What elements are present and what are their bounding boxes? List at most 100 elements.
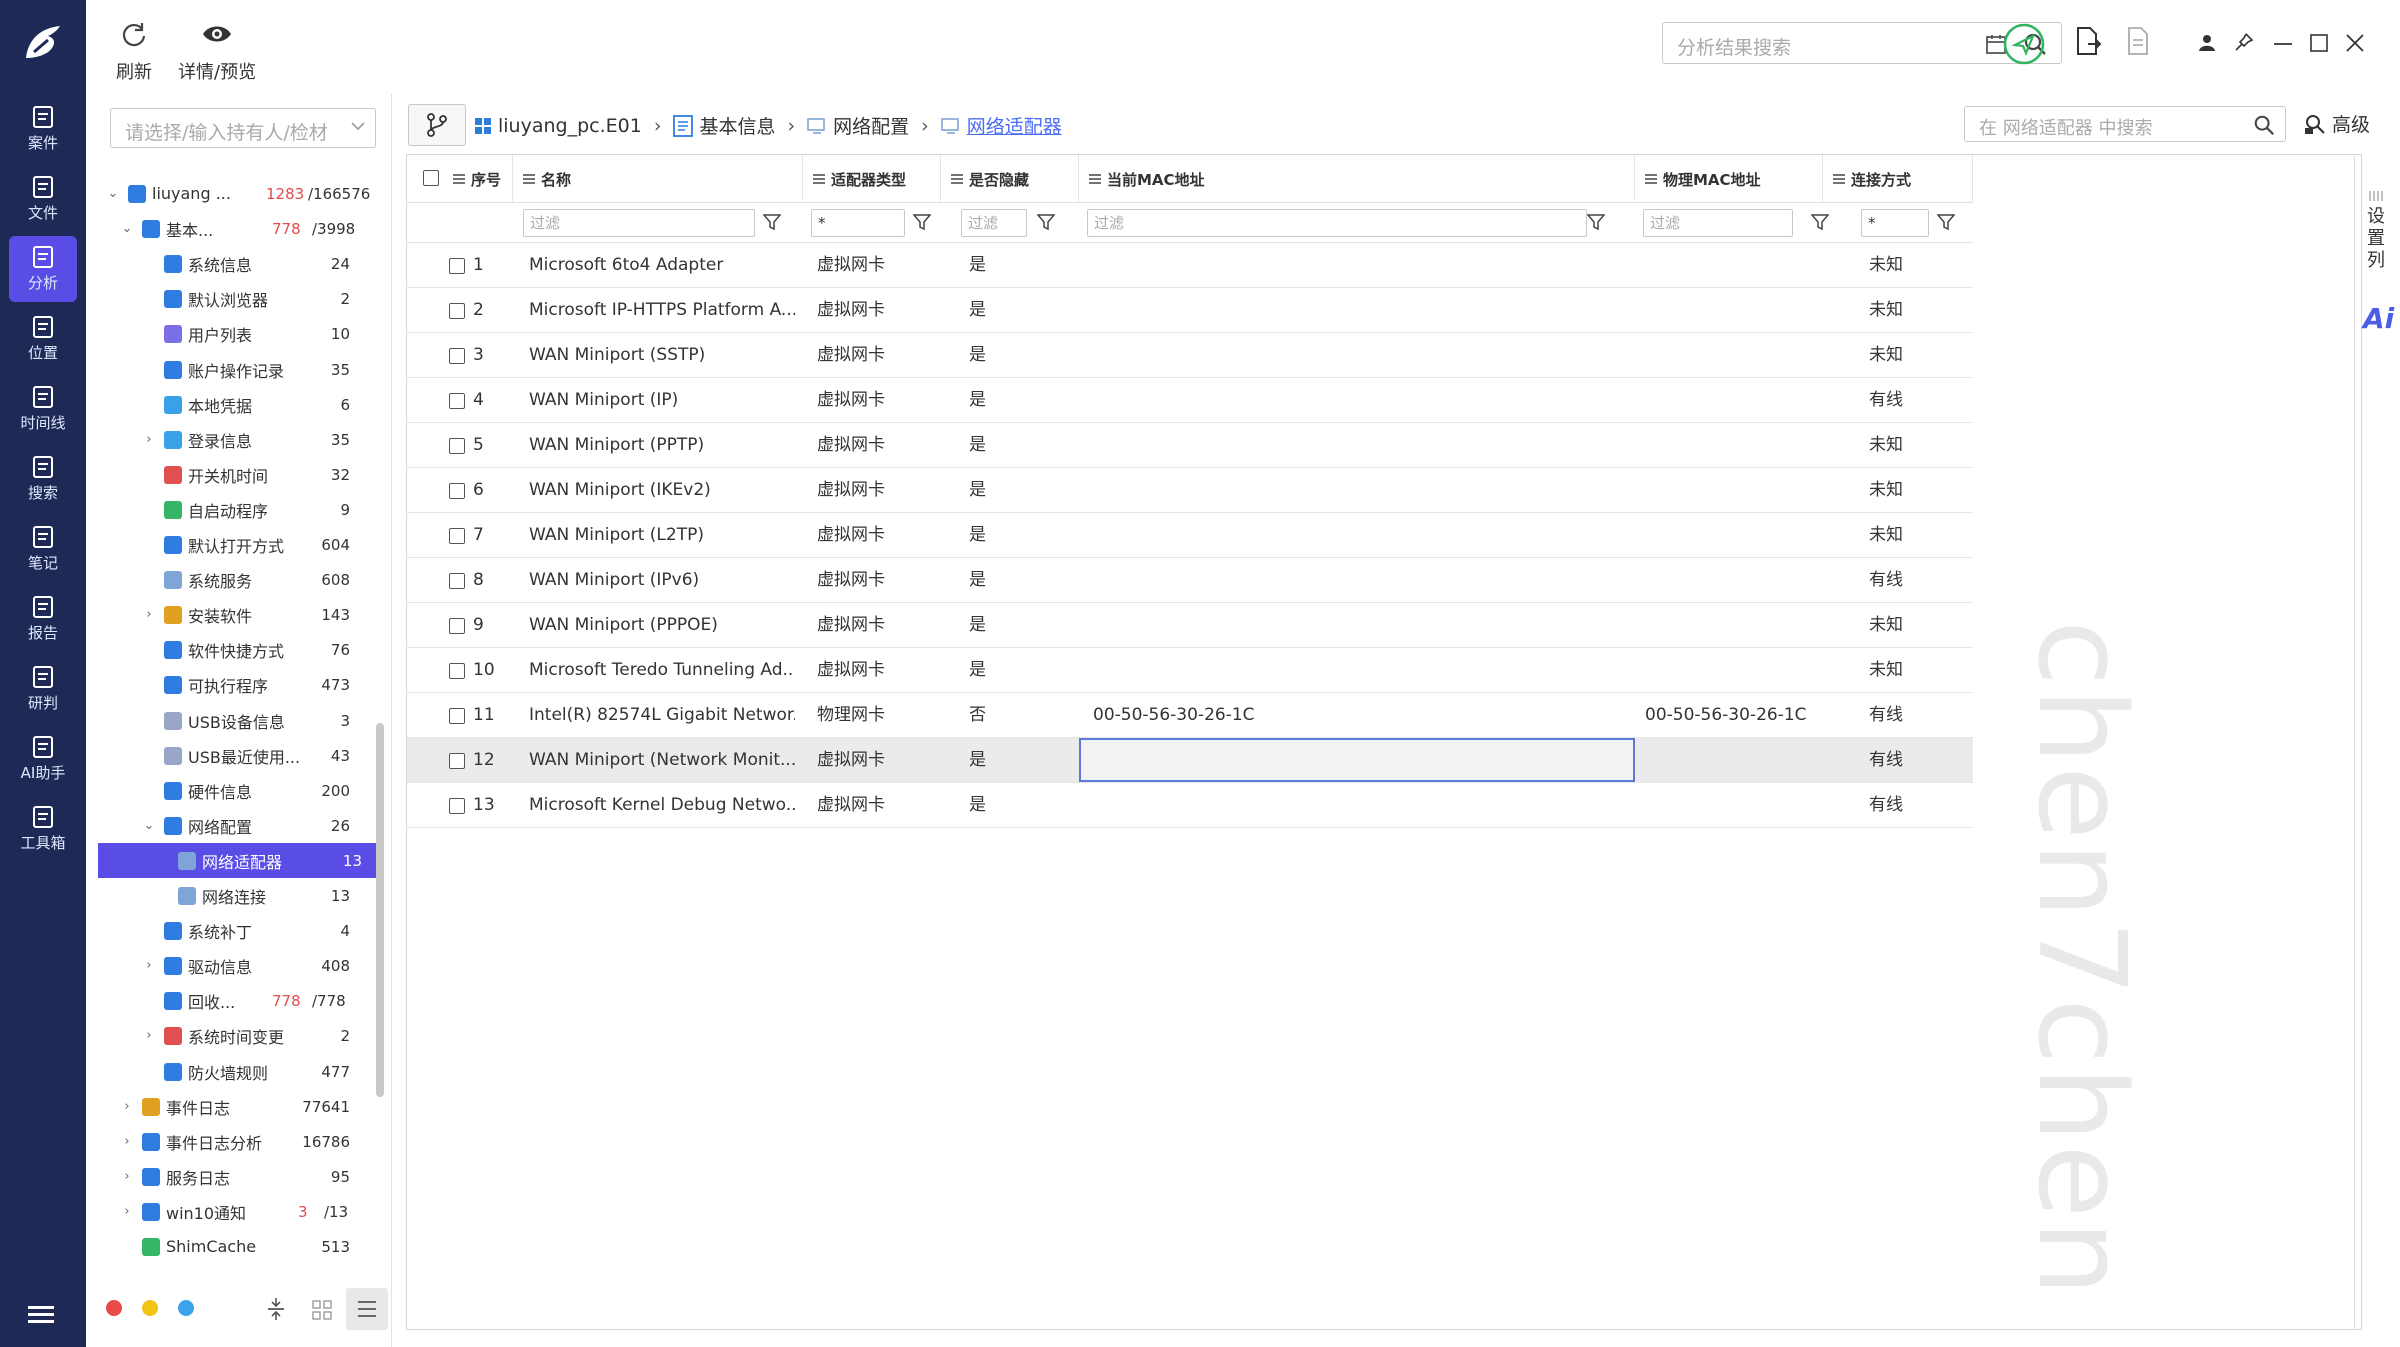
tree-item[interactable]: 网络连接 13 <box>86 878 376 913</box>
row-checkbox[interactable] <box>449 258 465 274</box>
in-table-search-field[interactable]: 在 网络适配器 中搜索 <box>1964 106 2286 142</box>
tree-item[interactable]: › 服务日志 95 <box>86 1159 376 1194</box>
row-checkbox[interactable] <box>449 483 465 499</box>
table-row[interactable]: 10 Microsoft Teredo Tunneling Ad... 虚拟网卡 是 未… <box>407 648 1973 693</box>
tree-item[interactable]: 网络适配器 13 <box>98 843 376 878</box>
column-filter-input[interactable]: 过滤 <box>1087 209 1587 237</box>
refresh-button[interactable]: 刷新 <box>114 14 154 84</box>
row-checkbox[interactable] <box>449 798 465 814</box>
table-row[interactable]: 8 WAN Miniport (IPv6) 虚拟网卡 是 有线 <box>407 558 1973 603</box>
row-checkbox[interactable] <box>449 438 465 454</box>
yellow-dot-icon[interactable] <box>142 1300 158 1316</box>
table-row[interactable]: 9 WAN Miniport (PPPOE) 虚拟网卡 是 未知 <box>407 603 1973 648</box>
rail-item[interactable]: 笔记 <box>9 516 77 582</box>
tree-item[interactable]: 软件快捷方式 76 <box>86 632 376 667</box>
rail-item[interactable]: 工具箱 <box>9 796 77 862</box>
report-doc-icon[interactable] <box>2126 26 2150 56</box>
tree-item[interactable]: 系统服务 608 <box>86 562 376 597</box>
column-header[interactable]: 序号 <box>443 155 513 203</box>
tree-item[interactable]: USB设备信息 3 <box>86 703 376 738</box>
expand-arrow-icon[interactable]: › <box>120 1134 134 1149</box>
close-icon[interactable] <box>2346 34 2364 52</box>
table-row[interactable]: 7 WAN Miniport (L2TP) 虚拟网卡 是 未知 <box>407 513 1973 558</box>
column-filter-input[interactable]: 过滤 <box>1643 209 1793 237</box>
column-header[interactable]: 连接方式 <box>1823 155 1973 203</box>
grid-view-icon[interactable] <box>312 1300 332 1320</box>
column-header[interactable]: 名称 <box>513 155 803 203</box>
list-view-button[interactable] <box>346 1288 388 1330</box>
table-row[interactable]: 12 WAN Miniport (Network Monit... 虚拟网卡 是 有线 <box>407 738 1973 783</box>
tree-item[interactable]: › 登录信息 35 <box>86 422 376 457</box>
rail-item[interactable]: 分析 <box>9 236 77 302</box>
pin-icon[interactable] <box>2234 32 2254 52</box>
rail-item[interactable]: 案件 <box>9 96 77 162</box>
select-all-checkbox[interactable] <box>423 170 439 186</box>
expand-arrow-icon[interactable]: › <box>120 1204 134 1219</box>
column-header[interactable]: 当前MAC地址 <box>1079 155 1635 203</box>
tree-item[interactable]: 用户列表 10 <box>86 316 376 351</box>
tree-item[interactable]: 防火墙规则 477 <box>86 1054 376 1089</box>
tree-item[interactable]: › 事件日志分析 16786 <box>86 1124 376 1159</box>
breadcrumb-item-evidence[interactable]: liuyang_pc.E01 <box>498 115 642 137</box>
filter-icon[interactable] <box>1937 213 1955 231</box>
column-settings-button[interactable]: 设置列 <box>2365 206 2387 272</box>
column-header[interactable]: 是否隐藏 <box>941 155 1079 203</box>
menu-icon[interactable] <box>28 1304 54 1326</box>
minimize-icon[interactable] <box>2274 42 2292 46</box>
table-row[interactable]: 4 WAN Miniport (IP) 虚拟网卡 是 有线 <box>407 378 1973 423</box>
rail-item[interactable]: 位置 <box>9 306 77 372</box>
search-icon[interactable] <box>2253 114 2275 136</box>
row-checkbox[interactable] <box>449 528 465 544</box>
holder-select[interactable]: 请选择/输入持有人/检材 <box>110 108 376 148</box>
blue-dot-icon[interactable] <box>178 1300 194 1316</box>
filter-icon[interactable] <box>1037 213 1055 231</box>
expand-arrow-icon[interactable]: › <box>120 1169 134 1184</box>
table-row[interactable]: 11 Intel(R) 82574L Gigabit Networ... 物理网卡 否… <box>407 693 1973 738</box>
table-row[interactable]: 3 WAN Miniport (SSTP) 虚拟网卡 是 未知 <box>407 333 1973 378</box>
filter-icon[interactable] <box>913 213 931 231</box>
maximize-icon[interactable] <box>2310 34 2328 52</box>
filter-icon[interactable] <box>1811 213 1829 231</box>
breadcrumb-item-basic-info[interactable]: 基本信息 <box>699 112 775 139</box>
column-filter-input[interactable]: 过滤 <box>961 209 1027 237</box>
tree-item[interactable]: › win10通知 3/13 <box>86 1194 376 1229</box>
rail-item[interactable]: 时间线 <box>9 376 77 442</box>
red-dot-icon[interactable] <box>106 1300 122 1316</box>
expand-arrow-icon[interactable]: › <box>142 432 156 447</box>
row-checkbox[interactable] <box>449 753 465 769</box>
row-checkbox[interactable] <box>449 663 465 679</box>
rail-item[interactable]: 报告 <box>9 586 77 652</box>
ai-logo-icon[interactable]: Ai <box>2363 302 2394 335</box>
rail-item[interactable]: 搜索 <box>9 446 77 512</box>
tree-item[interactable]: › 安装软件 143 <box>86 597 376 632</box>
tree-item[interactable]: ShimCache 513 <box>86 1229 376 1264</box>
detail-preview-button[interactable]: 详情/预览 <box>178 14 256 84</box>
tree-item[interactable]: 回收... 778/778 <box>86 983 376 1018</box>
advanced-search-button[interactable]: 高级 <box>2304 110 2370 137</box>
branch-button[interactable] <box>408 104 466 146</box>
tree-scrollbar[interactable] <box>376 723 384 1097</box>
column-filter-input[interactable]: * <box>811 209 905 237</box>
tree-item[interactable]: 系统补丁 4 <box>86 913 376 948</box>
collapse-arrow-icon[interactable]: ⌄ <box>142 818 156 833</box>
tree-item[interactable]: ⌄ 基本... 778/3998 <box>86 211 376 246</box>
column-header[interactable]: 适配器类型 <box>803 155 941 203</box>
table-row[interactable]: 5 WAN Miniport (PPTP) 虚拟网卡 是 未知 <box>407 423 1973 468</box>
tree-item[interactable]: 账户操作记录 35 <box>86 352 376 387</box>
column-filter-input[interactable]: * <box>1861 209 1929 237</box>
collapse-all-icon[interactable] <box>266 1296 286 1322</box>
tree-item[interactable]: › 驱动信息 408 <box>86 948 376 983</box>
expand-arrow-icon[interactable]: › <box>142 1028 156 1043</box>
table-row[interactable]: 13 Microsoft Kernel Debug Netwo... 虚拟网卡 是 有线 <box>407 783 1973 828</box>
tree-item[interactable]: USB最近使用... 43 <box>86 738 376 773</box>
column-filter-input[interactable]: 过滤 <box>523 209 755 237</box>
rail-item[interactable]: 文件 <box>9 166 77 232</box>
tree-item[interactable]: › 事件日志 77641 <box>86 1089 376 1124</box>
user-icon[interactable] <box>2198 34 2216 52</box>
tree-item[interactable]: 本地凭据 6 <box>86 387 376 422</box>
tree-item[interactable]: 默认打开方式 604 <box>86 527 376 562</box>
row-checkbox[interactable] <box>449 618 465 634</box>
tree-item[interactable]: ⌄ liuyang ... 1283/166576 <box>86 176 376 211</box>
send-icon[interactable] <box>2002 22 2046 66</box>
tree-item[interactable]: 自启动程序 9 <box>86 492 376 527</box>
